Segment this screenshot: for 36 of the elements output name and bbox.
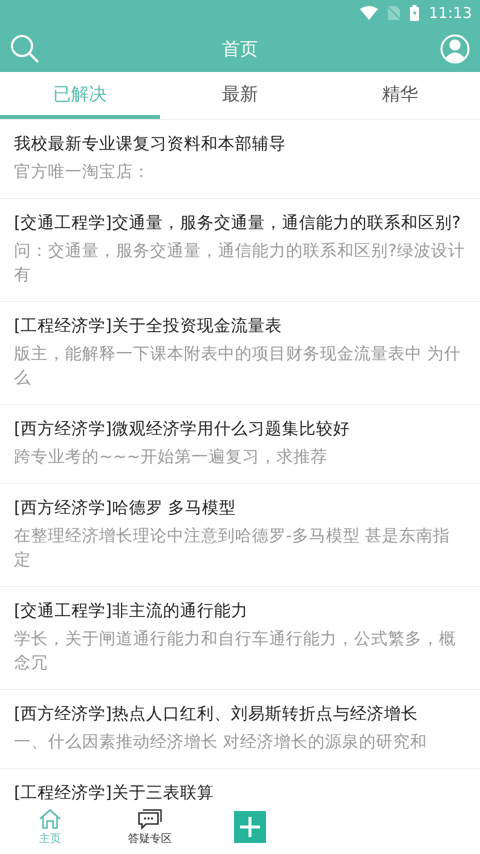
page-title: 首页 <box>222 38 258 61</box>
post-title: [交通工程学]交通量，服务交通量，通信能力的联系和区别? <box>14 212 462 234</box>
chat-icon <box>137 808 163 830</box>
post-item[interactable]: [西方经济学]微观经济学用什么习题集比较好 跨专业考的~~~开始第一遍复习，求推荐 <box>0 405 480 484</box>
profile-icon[interactable] <box>440 34 470 64</box>
post-title: [西方经济学]哈德罗 多马模型 <box>14 497 238 519</box>
post-item[interactable]: [西方经济学]热点人口红利、刘易斯转折点与经济增长 一、什么因素推动经济增长 对经济增长的源泉的研究和 <box>0 690 480 769</box>
post-item[interactable]: [交通工程学]非主流的通行能力 学长，关于闸道通行能力和自行车通行能力，公式繁多，概念冗 <box>0 587 480 690</box>
post-title: [交通工程学]非主流的通行能力 <box>14 600 249 622</box>
add-button[interactable] <box>234 811 266 843</box>
wifi-icon <box>360 6 378 20</box>
battery-icon <box>410 5 419 21</box>
post-excerpt: 一、什么因素推动经济增长 对经济增长的源泉的研究和 <box>14 731 428 753</box>
post-excerpt: 官方唯一淘宝店： <box>14 161 151 183</box>
search-icon[interactable] <box>10 34 40 64</box>
post-title: [西方经济学]微观经济学用什么习题集比较好 <box>14 418 351 440</box>
post-item[interactable]: [工程经济学]关于全投资现金流量表 版主，能解释一下课本附表中的项目财务现金流量表中 为什么 <box>0 302 480 405</box>
home-icon <box>38 808 62 830</box>
no-sim-icon <box>388 6 400 20</box>
post-title: [西方经济学]热点人口红利、刘易斯转折点与经济增长 <box>14 703 419 725</box>
post-title: [工程经济学]关于全投资现金流量表 <box>14 315 283 337</box>
tab[interactable]: 最新 <box>160 72 320 119</box>
post-excerpt: 在整理经济增长理论中注意到哈德罗-多马模型 甚是东南指定 <box>14 525 452 571</box>
nav-label: 答疑专区 <box>128 831 172 846</box>
post-excerpt: 跨专业考的~~~开始第一遍复习，求推荐 <box>14 446 328 468</box>
post-item[interactable]: [交通工程学]交通量，服务交通量，通信能力的联系和区别? 问：交通量，服务交通量，通信能力的联系和区别?绿波设计有 <box>0 199 480 302</box>
post-title: 我校最新专业课复习资料和本部辅导 <box>14 133 287 155</box>
post-item[interactable]: [西方经济学]哈德罗 多马模型 在整理经济增长理论中注意到哈德罗-多马模型 甚是东南指定 <box>0 484 480 587</box>
nav-tab[interactable]: 答疑专区 <box>100 808 200 846</box>
tab[interactable]: 精华 <box>320 72 480 119</box>
post-excerpt: 问：交通量，服务交通量，通信能力的联系和区别?绿波设计有 <box>14 240 466 286</box>
post-excerpt: 学长，关于闸道通行能力和自行车通行能力，公式繁多，概念冗 <box>14 628 457 674</box>
nav-label: 主页 <box>39 831 61 846</box>
post-item[interactable]: 我校最新专业课复习资料和本部辅导 官方唯一淘宝店： <box>0 120 480 199</box>
post-excerpt: 版主，能解释一下课本附表中的项目财务现金流量表中 为什么 <box>14 343 462 389</box>
clock-time: 11:13 <box>428 4 472 22</box>
